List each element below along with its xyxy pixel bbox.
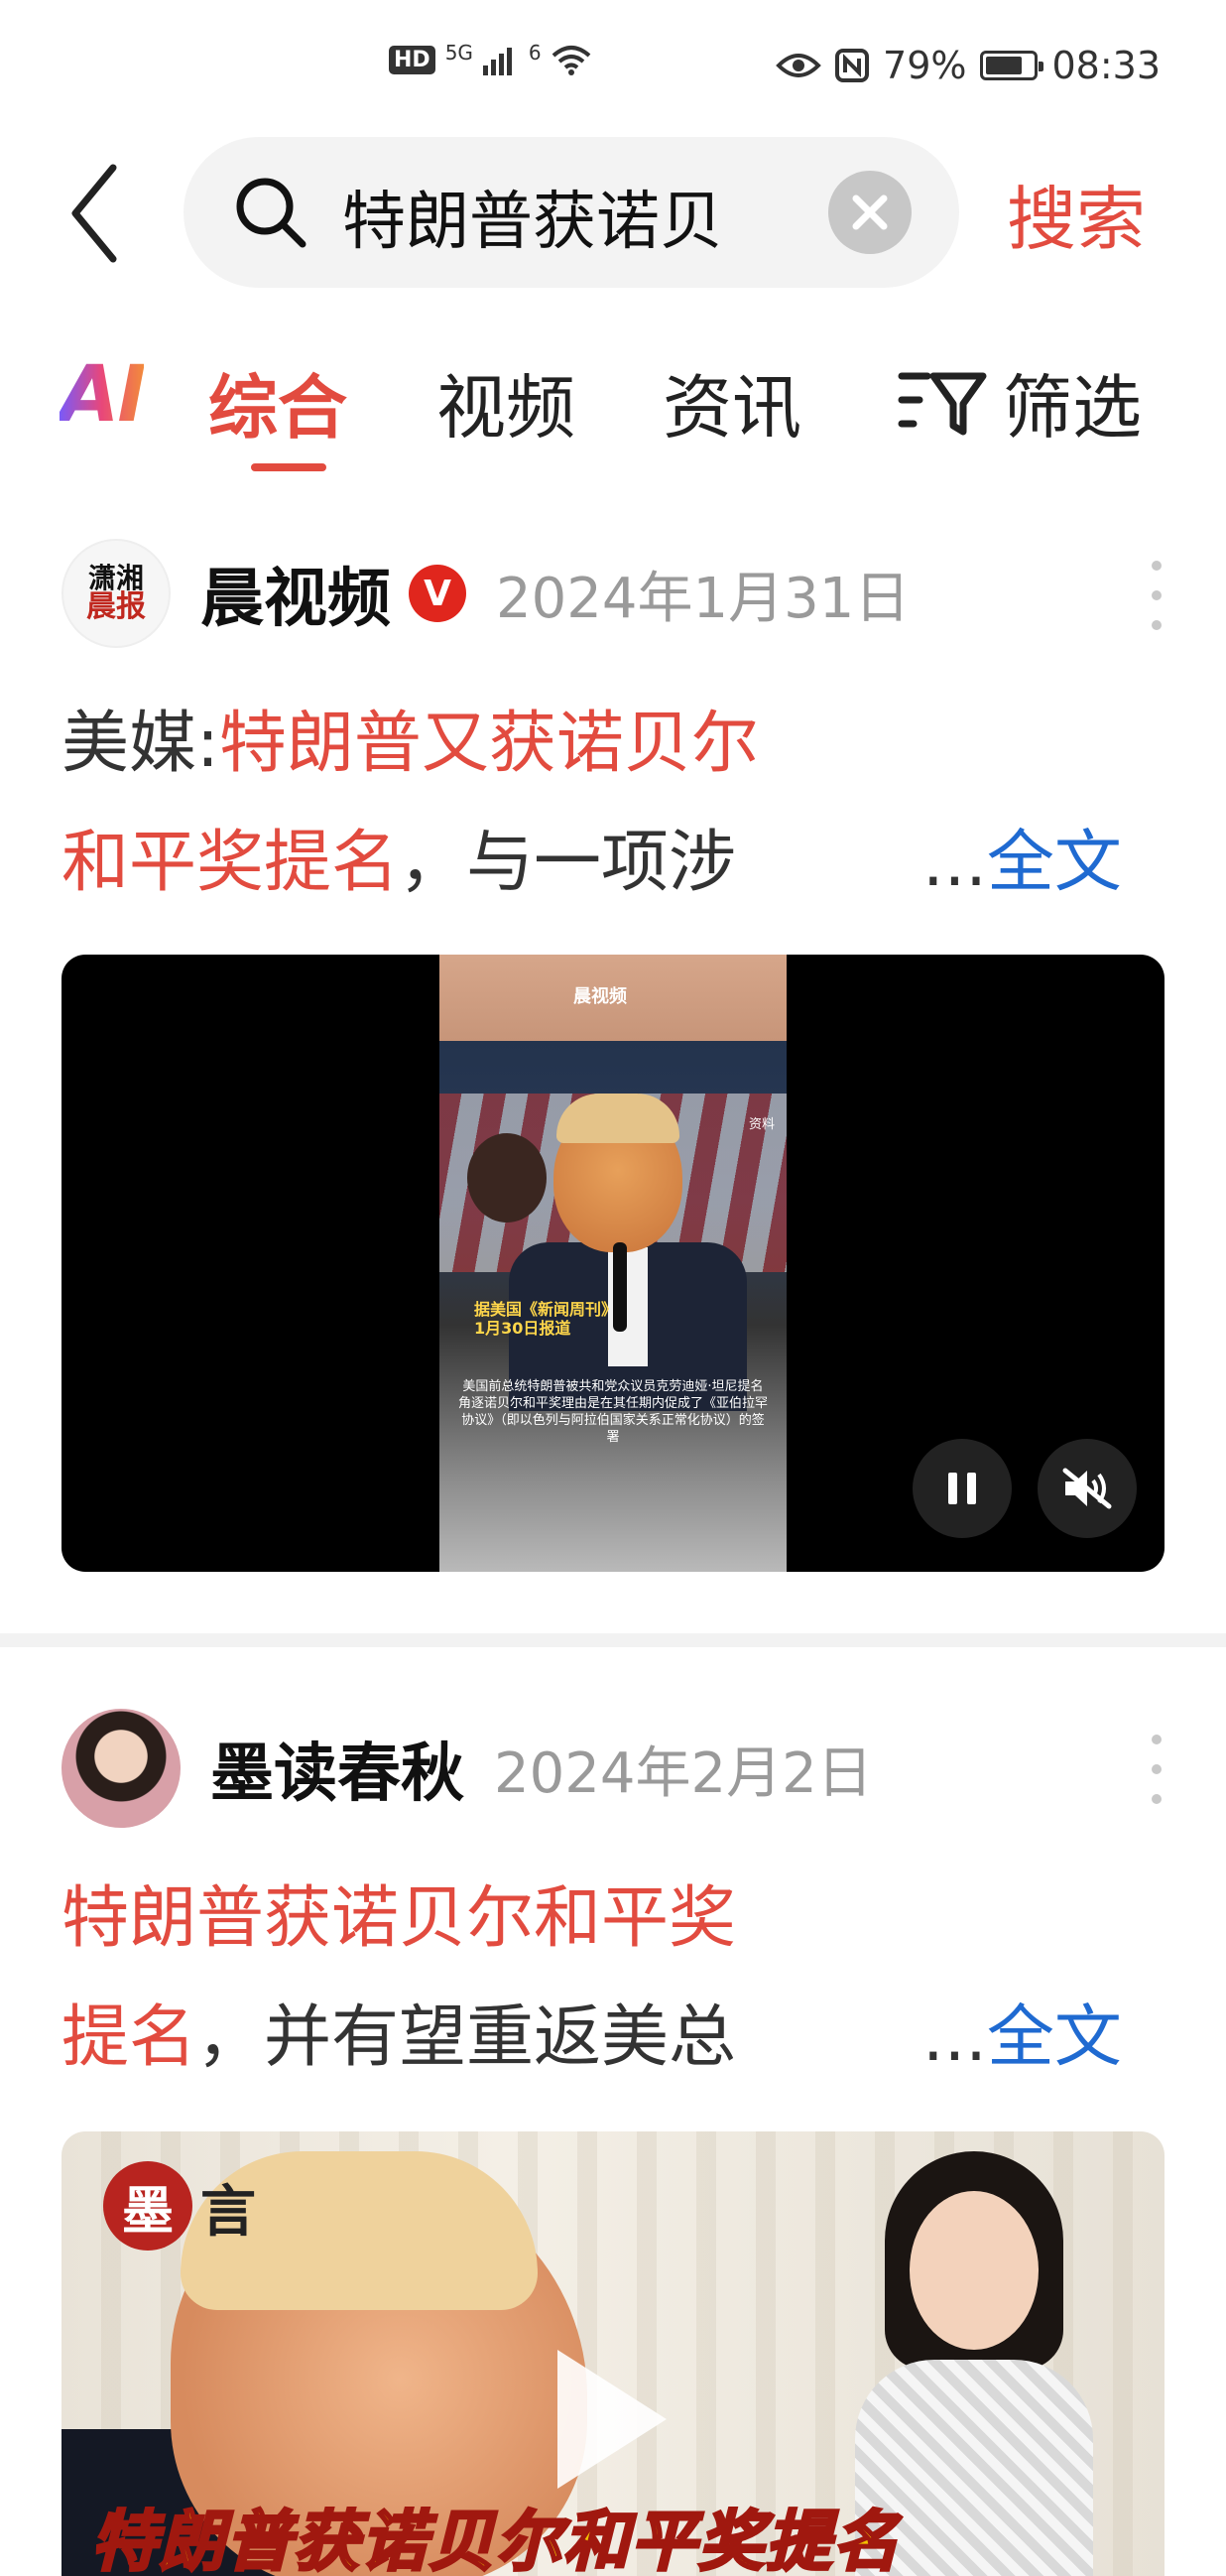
search-icon: [236, 178, 306, 248]
more-options-icon[interactable]: [1147, 561, 1166, 630]
play-icon[interactable]: [557, 2350, 667, 2489]
tab-comprehensive[interactable]: 综合: [208, 352, 347, 452]
post-date: 2024年1月31日: [496, 566, 911, 631]
clock: 08:33: [1051, 44, 1161, 87]
battery-percent: 79%: [883, 44, 967, 87]
full-text-label: 全文: [986, 824, 1122, 902]
filter-label: 筛选: [1003, 367, 1142, 449]
pause-icon: [948, 1473, 976, 1504]
title-rest: ，并有望重返美总: [196, 1998, 737, 2077]
back-arrow-icon: [71, 164, 117, 263]
search-input[interactable]: 特朗普获诺贝: [342, 171, 808, 262]
background-person: [467, 1133, 547, 1223]
section-divider: [0, 1633, 1226, 1647]
post-title-line-1[interactable]: 美媒:特朗普又获诺贝尔: [61, 710, 759, 778]
mute-button[interactable]: [1038, 1439, 1137, 1538]
video-tag: 资料: [749, 1117, 776, 1132]
channel-logo: 墨: [103, 2161, 192, 2251]
ellipsis: ...: [922, 1998, 987, 2077]
video-logo: 晨视频: [573, 986, 627, 1007]
active-tab-indicator: [251, 463, 326, 471]
tab-video[interactable]: 视频: [436, 352, 575, 452]
avatar-text-top: 潇湘: [87, 562, 144, 594]
filter-icon: [898, 372, 987, 435]
battery-icon: [980, 51, 1044, 80]
video-thumbnail[interactable]: 墨 言 特朗普获诺贝尔和平奖提名: [61, 2131, 1165, 2576]
post-title-line-1[interactable]: 特朗普获诺贝尔和平奖: [61, 1885, 736, 1953]
avatar-text-bottom: 晨报: [86, 589, 146, 624]
video-source-line-1: 据美国《新闻周刊》: [474, 1300, 618, 1319]
speaker-hair: [556, 1094, 679, 1143]
title-highlight: 特朗普获诺贝尔和平奖: [61, 1879, 737, 1958]
avatar[interactable]: [61, 1709, 181, 1828]
full-text-link[interactable]: ...全文: [922, 830, 1122, 897]
tab-bar: AI 综合 视频 资讯 筛选: [0, 342, 1226, 471]
hd-badge: HD: [389, 45, 435, 74]
tab-ai[interactable]: AI: [60, 350, 146, 440]
title-rest: ，与一项涉: [399, 824, 737, 902]
clear-search-button[interactable]: [828, 171, 912, 254]
title-highlight: 特朗普又获诺贝尔: [218, 705, 759, 783]
muted-speaker-icon: [1062, 1468, 1112, 1509]
eye-icon: [776, 54, 821, 77]
status-left: HD 5G 6: [389, 41, 591, 75]
presenter-face: [910, 2191, 1039, 2350]
close-icon: [852, 194, 888, 230]
title-highlight-2: 提名: [61, 1998, 197, 2077]
pause-button[interactable]: [913, 1439, 1012, 1538]
video-source-line-2: 1月30日报道: [474, 1319, 571, 1339]
author-name[interactable]: 墨读春秋: [210, 1723, 464, 1814]
more-options-icon[interactable]: [1147, 1735, 1166, 1804]
post-header: 墨读春秋 2024年2月2日: [61, 1709, 873, 1828]
video-source: 据美国《新闻周刊》 1月30日报道: [474, 1300, 617, 1338]
video-player[interactable]: 晨视频 资料 据美国《新闻周刊》 1月30日报道 美国前总统特朗普被共和党众议员…: [61, 955, 1165, 1572]
post-date: 2024年2月2日: [494, 1740, 873, 1806]
tab-news[interactable]: 资讯: [663, 352, 801, 452]
title-highlight-2: 和平奖提名: [61, 824, 400, 902]
nfc-icon: [835, 49, 870, 82]
verified-badge-icon: V: [409, 565, 466, 622]
network-type: 5G: [444, 41, 473, 64]
thumbnail-caption: 特朗普获诺贝尔和平奖提名: [90, 2503, 901, 2576]
search-box[interactable]: 特朗普获诺贝: [184, 137, 959, 288]
status-bar: HD 5G 6 79% 08:33: [0, 0, 1226, 139]
post-title-line-2[interactable]: 和平奖提名，与一项涉: [61, 830, 736, 897]
author-name[interactable]: 晨视频: [200, 548, 391, 639]
full-text-label: 全文: [986, 1998, 1122, 2077]
title-prefix: 美媒:: [61, 705, 219, 783]
back-button[interactable]: [60, 159, 129, 268]
wifi-badge: 6: [528, 41, 542, 64]
wifi-icon: [552, 46, 590, 75]
search-submit-button[interactable]: 搜索: [1007, 164, 1146, 264]
status-right: 79% 08:33: [776, 44, 1161, 87]
filter-button[interactable]: 筛选: [898, 352, 1142, 452]
signal-icon: [482, 48, 512, 75]
video-caption: 美国前总统特朗普被共和党众议员克劳迪娅·坦尼提名角逐诺贝尔和平奖理由是在其任期内…: [457, 1379, 768, 1445]
avatar[interactable]: 潇湘 晨报: [61, 539, 171, 648]
ellipsis: ...: [922, 824, 987, 902]
battery-fill: [986, 57, 1023, 74]
post-header: 潇湘 晨报 晨视频 V 2024年1月31日: [61, 539, 910, 648]
channel-logo-text: 言: [200, 2180, 256, 2245]
full-text-link[interactable]: ...全文: [922, 2004, 1122, 2072]
post-title-line-2[interactable]: 提名，并有望重返美总: [61, 2004, 736, 2072]
video-frame: 晨视频 资料 据美国《新闻周刊》 1月30日报道 美国前总统特朗普被共和党众议员…: [439, 955, 787, 1572]
